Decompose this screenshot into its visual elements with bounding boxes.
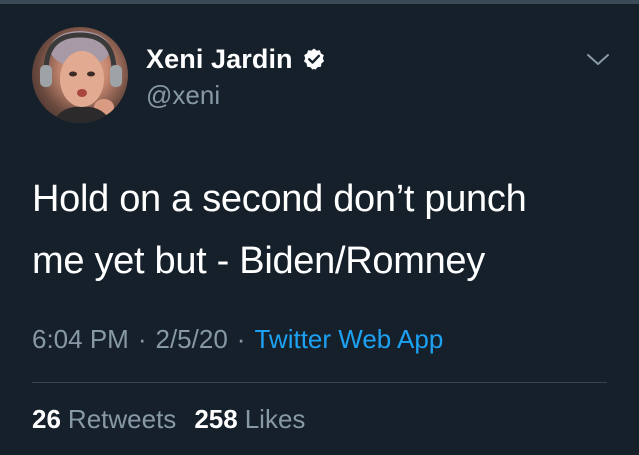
retweets-label: Retweets	[67, 404, 177, 434]
avatar[interactable]	[32, 27, 128, 123]
divider	[32, 382, 607, 383]
tweet-meta: 6:04 PM · 2/5/20 · Twitter Web App	[32, 324, 443, 355]
meta-separator: ·	[137, 324, 147, 354]
meta-separator: ·	[236, 324, 246, 354]
retweets-count: 26	[32, 404, 61, 434]
tweet-text-line: Hold on a second don’t punch	[32, 178, 527, 220]
likes-label: Likes	[244, 404, 306, 434]
tweet-text-line: me yet but - Biden/Romney	[32, 240, 485, 282]
tweet-date[interactable]: 2/5/20	[156, 324, 228, 355]
author-display-name[interactable]: Xeni Jardin	[146, 44, 293, 75]
tweet-time[interactable]: 6:04 PM	[32, 324, 129, 355]
author-handle[interactable]: @xeni	[146, 80, 220, 111]
verified-badge-icon	[302, 47, 326, 71]
avatar-photo-icon	[40, 31, 122, 123]
tweet-card: Xeni Jardin @xeni Hold on a second don’t…	[0, 0, 639, 455]
retweets-stat[interactable]: 26 Retweets	[32, 404, 176, 435]
likes-count: 258	[194, 404, 238, 434]
chevron-down-icon[interactable]	[584, 48, 612, 70]
author-name-row[interactable]: Xeni Jardin	[146, 42, 326, 76]
tweet-text: Hold on a second don’t punch me yet but …	[32, 168, 612, 292]
tweet-stats: 26 Retweets 258 Likes	[32, 404, 305, 435]
tweet-source-link[interactable]: Twitter Web App	[254, 324, 443, 355]
likes-stat[interactable]: 258 Likes	[194, 404, 305, 435]
